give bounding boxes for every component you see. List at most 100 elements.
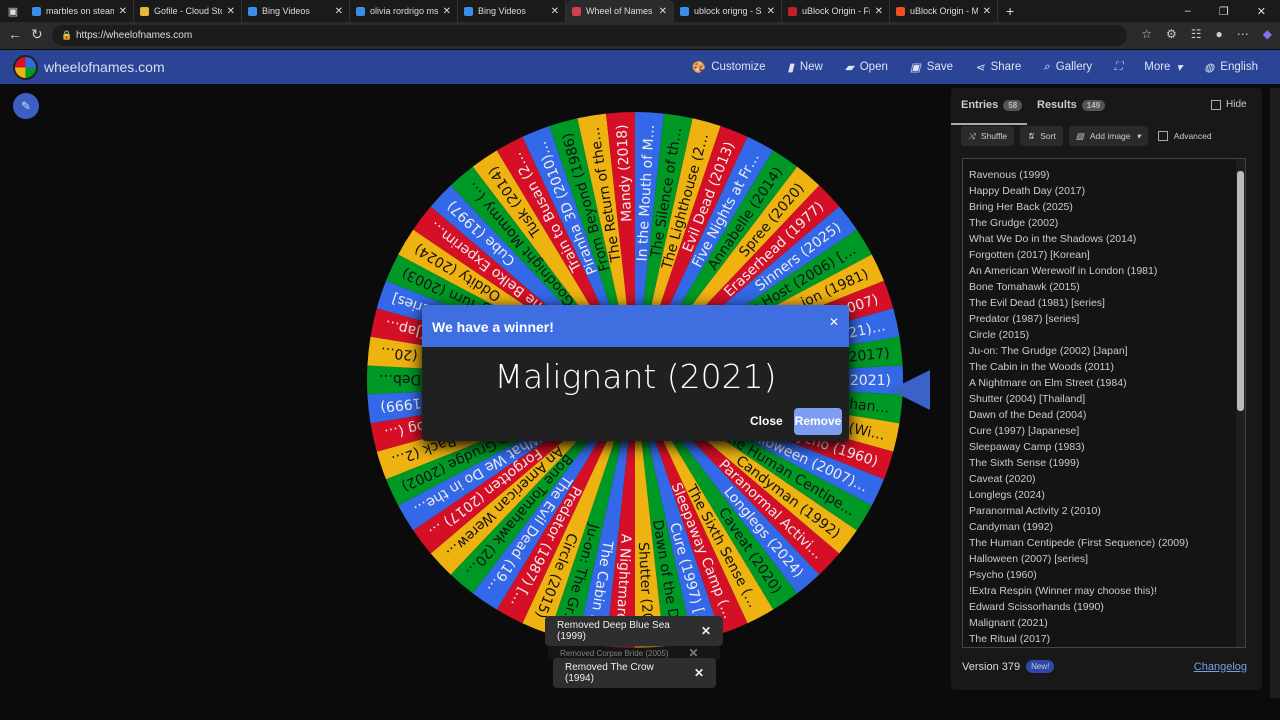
- copilot-icon[interactable]: ◆: [1263, 27, 1272, 41]
- tab-close-icon[interactable]: ✕: [119, 6, 127, 17]
- browser-tab[interactable]: Gofile - Cloud Storage ✕: [134, 0, 242, 22]
- entry-line: Candyman (1992): [969, 521, 1054, 533]
- url-text: https://wheelofnames.com: [76, 30, 193, 41]
- shuffle-button[interactable]: ⤨ Shuffle: [961, 126, 1015, 146]
- minimize-button[interactable]: –: [1185, 5, 1191, 18]
- tab-close-icon[interactable]: ✕: [983, 6, 991, 17]
- browser-tab[interactable]: marbles on steam - Se ✕: [26, 0, 134, 22]
- extensions-icon[interactable]: ⚙: [1166, 27, 1177, 41]
- browser-tab[interactable]: ublock origng - Search ✕: [674, 0, 782, 22]
- edit-pencil-button[interactable]: ✎: [13, 93, 39, 119]
- entry-line: The Cabin in the Woods (2011): [969, 361, 1114, 373]
- save-button[interactable]: ▣ Save: [910, 60, 953, 74]
- new-button[interactable]: ▮ New: [788, 60, 823, 74]
- toast: Removed The Crow (1994) ✕: [553, 658, 716, 688]
- entry-line: What We Do in the Shadows (2014): [969, 233, 1137, 245]
- close-window-button[interactable]: ✕: [1257, 5, 1266, 18]
- changelog-link[interactable]: Changelog: [1194, 661, 1247, 673]
- palette-icon: 🎨: [690, 62, 706, 74]
- entry-line: !Extra Respin (Winner may choose this)!: [969, 585, 1157, 597]
- folder-icon: ▰: [844, 62, 854, 74]
- tab-close-icon[interactable]: ✕: [551, 6, 559, 17]
- gallery-button[interactable]: ⌕ Gallery: [1043, 61, 1092, 74]
- entry-line: Bring Her Back (2025): [969, 201, 1073, 213]
- more-icon[interactable]: ⋯: [1237, 27, 1249, 41]
- entry-line: The Human Centipede (First Sequence) (20…: [969, 537, 1189, 549]
- shuffle-icon: ⤨: [968, 130, 975, 141]
- toast: Removed Deep Blue Sea (1999) ✕: [545, 616, 723, 646]
- add-image-button[interactable]: ▨ Add image ▾: [1068, 126, 1148, 146]
- site-name[interactable]: wheelofnames.com: [44, 59, 165, 75]
- hide-label: Hide: [1226, 99, 1247, 110]
- tab-entries[interactable]: Entries 58: [961, 99, 1023, 111]
- share-button[interactable]: ⋖ Share: [975, 60, 1021, 74]
- entry-line: Sleepaway Camp (1983): [969, 441, 1085, 453]
- entry-line: The Sixth Sense (1999): [969, 457, 1080, 469]
- entry-line: Forgotten (2017) [Korean]: [969, 249, 1090, 261]
- hide-checkbox[interactable]: Hide: [1211, 99, 1247, 110]
- profile-avatar[interactable]: ●: [1216, 27, 1223, 41]
- results-count-badge: 149: [1081, 99, 1106, 111]
- new-tab-button[interactable]: +: [1006, 3, 1014, 19]
- maximize-button[interactable]: ❐: [1219, 5, 1229, 18]
- advanced-label: Advanced: [1173, 131, 1212, 141]
- sort-icon: ⇅: [1027, 130, 1035, 141]
- browser-tab[interactable]: Bing Videos ✕: [242, 0, 350, 22]
- advanced-checkbox[interactable]: Advanced: [1157, 126, 1212, 146]
- entry-line: The Grudge (2002): [969, 217, 1059, 229]
- search-icon: [248, 6, 257, 16]
- search-icon: [32, 6, 41, 16]
- globe-icon: ◍: [1204, 62, 1215, 74]
- entry-line: Circle (2015): [969, 329, 1030, 341]
- sort-button[interactable]: ⇅ Sort: [1020, 126, 1063, 146]
- browser-tab[interactable]: uBlock Origin - Micros ✕: [890, 0, 998, 22]
- entry-line: The Evil Dead (1981) [series]: [969, 297, 1105, 309]
- entry-line: Paranormal Activity 2 (2010): [969, 505, 1101, 517]
- tab-close-icon[interactable]: ✕: [443, 6, 451, 17]
- entry-line: Edward Scissorhands (1990): [969, 601, 1104, 613]
- language-button[interactable]: ◍ English: [1204, 60, 1258, 74]
- tab-close-icon[interactable]: ✕: [335, 6, 343, 17]
- speaker-icon: [464, 6, 473, 16]
- browser-tab[interactable]: uBlock Origin - Free, o ✕: [782, 0, 890, 22]
- more-button[interactable]: More ▾: [1144, 60, 1182, 74]
- site-header: wheelofnames.com 🎨 Customize ▮ New ▰ Open ▣…: [0, 50, 1280, 84]
- tab-title: ublock origng - Search: [694, 6, 762, 16]
- customize-button[interactable]: 🎨 Customize: [691, 60, 766, 74]
- back-icon[interactable]: ←: [8, 26, 22, 42]
- browser-tab[interactable]: Wheel of Names ✕: [566, 0, 674, 22]
- tab-close-icon[interactable]: ✕: [659, 6, 667, 17]
- open-button[interactable]: ▰ Open: [845, 60, 888, 74]
- entry-line: The Ritual (2017): [969, 633, 1051, 645]
- tab-close-icon[interactable]: ✕: [875, 6, 883, 17]
- close-button[interactable]: Close: [750, 414, 783, 428]
- winner-dialog: We have a winner! ✕ Malignant (2021) Clo…: [422, 305, 849, 441]
- search-icon: [680, 6, 689, 16]
- toast-close-icon[interactable]: ✕: [694, 666, 704, 680]
- wheel-logo-icon[interactable]: [13, 55, 38, 80]
- tab-actions-icon[interactable]: ▣: [0, 5, 26, 18]
- refresh-icon[interactable]: ↻: [31, 26, 43, 43]
- entries-scrollbar[interactable]: [1236, 159, 1245, 647]
- search-icon: ⌕: [1043, 60, 1050, 73]
- entry-line: Malignant (2021): [969, 617, 1048, 629]
- tab-close-icon[interactable]: ✕: [227, 6, 235, 17]
- entry-line: Psycho (1960): [969, 569, 1037, 581]
- collections-icon[interactable]: ☷: [1191, 27, 1202, 41]
- save-icon: ▣: [909, 62, 921, 74]
- remove-button[interactable]: Remove: [794, 408, 842, 435]
- entries-textarea[interactable]: Ravenous (1999) Happy Death Day (2017) Bri…: [962, 158, 1246, 648]
- version-label: Version 379: [962, 660, 1021, 673]
- toast-close-icon[interactable]: ✕: [701, 624, 711, 638]
- tab-label: Entries: [961, 99, 999, 111]
- page-scrollbar[interactable]: [1270, 88, 1280, 698]
- browser-tab[interactable]: olivia rordrigo msuic - ✕: [350, 0, 458, 22]
- url-input[interactable]: 🔒 https://wheelofnames.com: [52, 25, 1127, 46]
- browser-tab[interactable]: Bing Videos ✕: [458, 0, 566, 22]
- favorite-icon[interactable]: ☆: [1141, 27, 1152, 41]
- tab-close-icon[interactable]: ✕: [767, 6, 775, 17]
- fullscreen-button[interactable]: ⛶: [1114, 61, 1122, 74]
- tab-results[interactable]: Results 149: [1037, 99, 1106, 111]
- dialog-close-icon[interactable]: ✕: [829, 315, 839, 329]
- entry-line: Shutter (2004) [Thailand]: [969, 393, 1086, 405]
